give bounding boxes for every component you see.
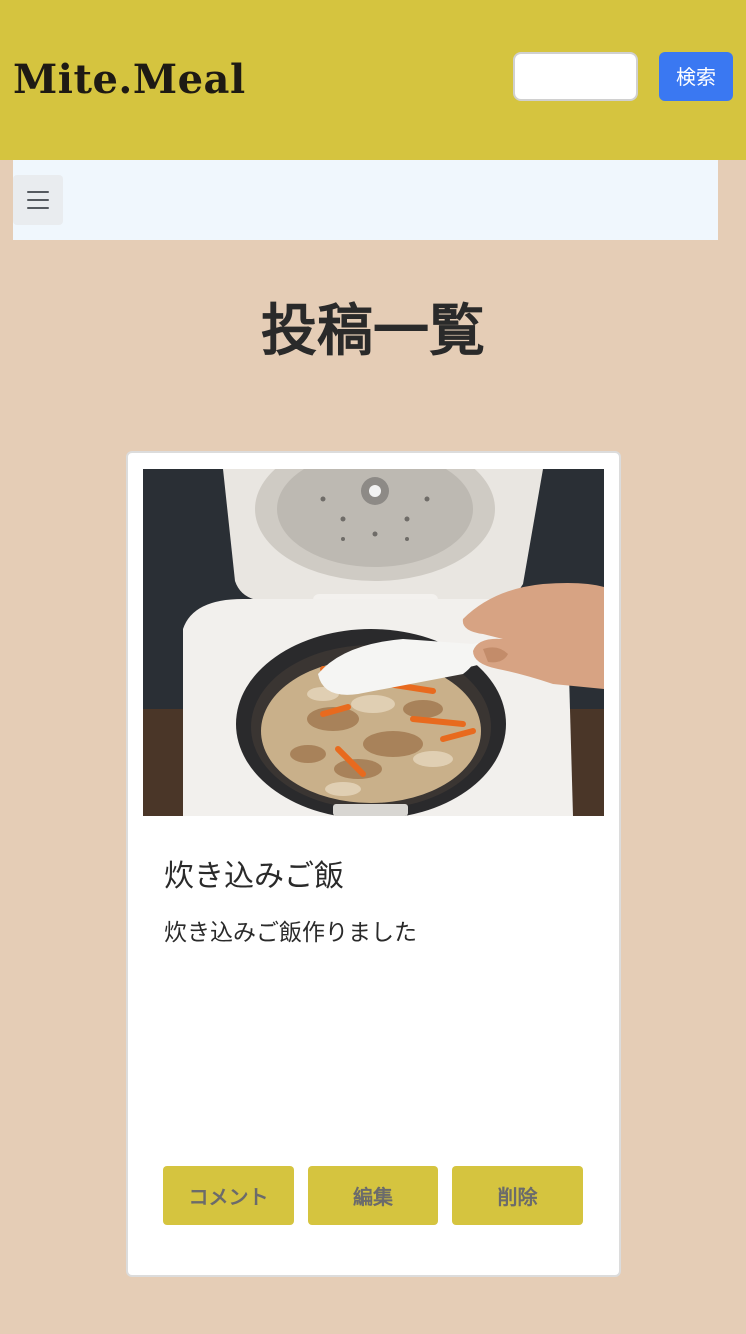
hamburger-menu-button[interactable]	[13, 175, 63, 225]
page-title: 投稿一覧	[261, 299, 485, 364]
post-card: 炊き込みご飯 炊き込みご飯作りました コメント 編集 削除	[126, 451, 621, 1277]
search-button[interactable]: 検索	[659, 52, 733, 101]
post-title: 炊き込みご飯	[164, 859, 344, 894]
post-body: 炊き込みご飯作りました	[164, 920, 417, 946]
delete-button[interactable]: 削除	[452, 1166, 583, 1225]
navbar	[13, 160, 718, 240]
search-input[interactable]	[513, 52, 638, 101]
site-logo[interactable]: Mite.Meal	[13, 52, 246, 108]
comment-button[interactable]: コメント	[163, 1166, 294, 1225]
site-header: Mite.Meal 検索	[0, 0, 746, 160]
post-image	[143, 469, 604, 816]
edit-button[interactable]: 編集	[308, 1166, 438, 1225]
hamburger-icon	[27, 191, 49, 193]
